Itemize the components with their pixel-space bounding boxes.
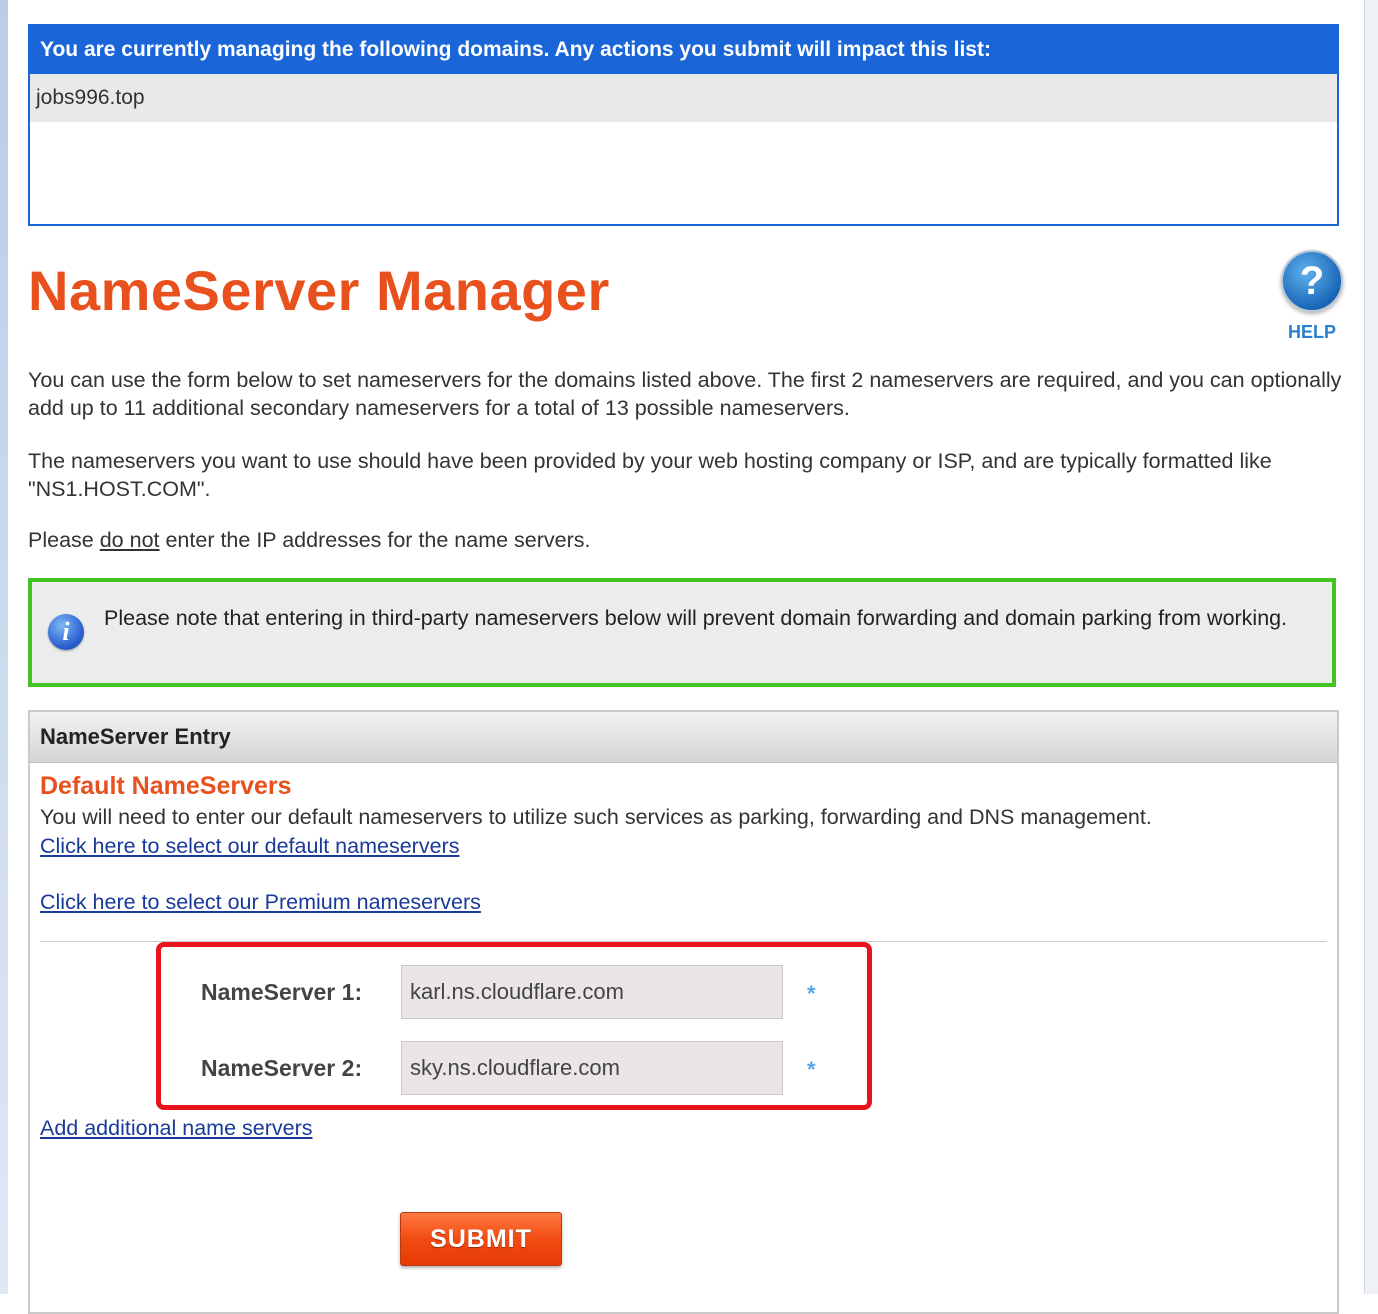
- managed-domains-box: You are currently managing the following…: [28, 24, 1339, 226]
- select-premium-nameservers-link[interactable]: Click here to select our Premium nameser…: [40, 890, 481, 915]
- help-label[interactable]: HELP: [1280, 322, 1344, 343]
- scrollbar-track[interactable]: [1364, 0, 1378, 1294]
- intro-paragraph: You can use the form below to set namese…: [28, 368, 1342, 420]
- default-nameservers-description: You will need to enter our default names…: [40, 805, 1152, 829]
- domain-list-item: jobs996.top: [30, 74, 1337, 122]
- ip-warning-paragraph: Please do not enter the IP addresses for…: [28, 526, 1348, 554]
- nameserver-2-input[interactable]: [401, 1041, 783, 1095]
- page-content: You are currently managing the following…: [8, 0, 1364, 1314]
- nameserver-fields-highlight: NameServer 1: * NameServer 2: *: [156, 942, 872, 1110]
- nameserver-entry-header: NameServer Entry: [30, 712, 1337, 763]
- required-asterisk-icon: *: [807, 981, 816, 1006]
- nameserver-1-label: NameServer 1:: [201, 979, 363, 1005]
- default-nameservers-title: Default NameServers: [40, 772, 292, 800]
- forwarding-note-box: i Please note that entering in third-par…: [28, 578, 1336, 687]
- info-icon: i: [48, 614, 84, 650]
- ip-warning-emphasis: do not: [99, 528, 160, 552]
- ip-warning-suffix: enter the IP addresses for the name serv…: [159, 528, 591, 552]
- left-frame-edge: [0, 0, 8, 1294]
- forwarding-note-text: Please note that entering in third-party…: [104, 606, 1288, 630]
- format-paragraph: The nameservers you want to use should h…: [28, 449, 1272, 501]
- ip-warning-prefix: Please: [28, 528, 100, 552]
- page-title: NameServer Manager: [28, 259, 610, 322]
- select-default-nameservers-link[interactable]: Click here to select our default nameser…: [40, 834, 459, 859]
- help-button[interactable]: ? HELP: [1280, 250, 1344, 346]
- nameserver-entry-panel: NameServer Entry Default NameServers You…: [28, 710, 1339, 1314]
- submit-button[interactable]: SUBMIT: [400, 1212, 562, 1266]
- managed-domains-header: You are currently managing the following…: [30, 26, 1337, 74]
- add-additional-nameservers-link[interactable]: Add additional name servers: [40, 1116, 313, 1141]
- nameserver-1-input[interactable]: [401, 965, 783, 1019]
- required-asterisk-icon: *: [807, 1057, 816, 1082]
- help-question-icon[interactable]: ?: [1281, 250, 1343, 312]
- nameserver-2-label: NameServer 2:: [201, 1055, 363, 1081]
